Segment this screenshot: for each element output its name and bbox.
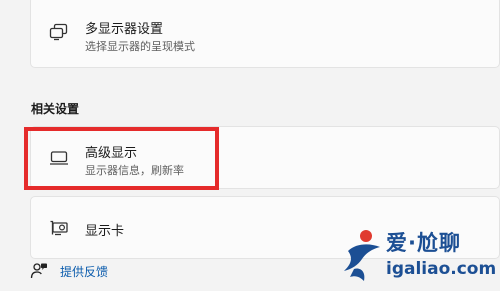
- related-settings-header: 相关设置: [31, 102, 80, 116]
- multi-display-title: 多显示器设置: [85, 22, 164, 37]
- watermark-title: 爱·尬聊: [386, 231, 461, 255]
- multi-display-icon: [49, 22, 69, 42]
- advanced-display-title: 高级显示: [85, 146, 138, 161]
- multi-display-subtitle: 选择显示器的呈现模式: [85, 40, 195, 53]
- graphics-card-icon: [49, 218, 69, 238]
- give-feedback-link[interactable]: 提供反馈: [30, 262, 108, 280]
- monitor-icon: [49, 148, 69, 168]
- watermark-logo-icon: [344, 230, 380, 281]
- feedback-icon: [30, 262, 48, 280]
- site-watermark: 爱·尬聊 igaliao.com: [340, 225, 496, 285]
- watermark-url: igaliao.com: [386, 259, 497, 279]
- graphics-card-title: 显示卡: [85, 224, 125, 239]
- multi-display-settings-card[interactable]: 多显示器设置 选择显示器的呈现模式: [30, 0, 500, 68]
- advanced-display-subtitle: 显示器信息，刷新率: [85, 164, 184, 177]
- advanced-display-card[interactable]: 高级显示 显示器信息，刷新率: [30, 126, 500, 189]
- give-feedback-label: 提供反馈: [60, 264, 109, 279]
